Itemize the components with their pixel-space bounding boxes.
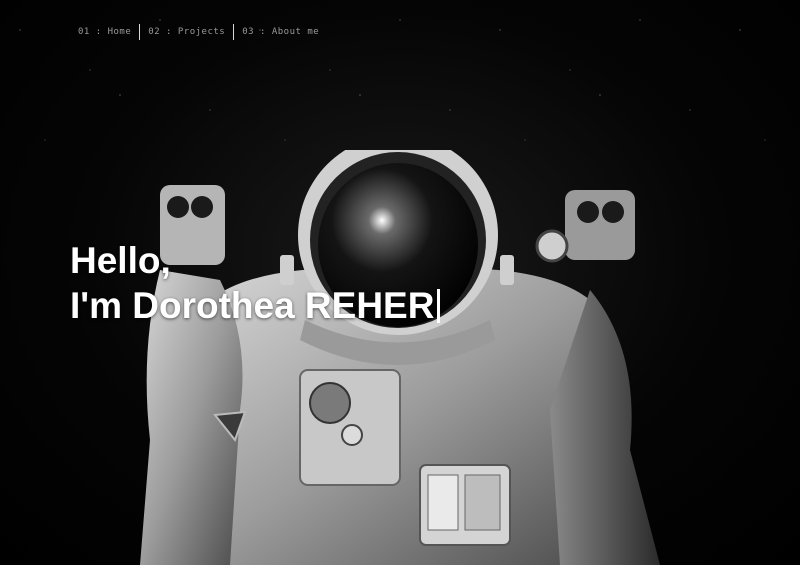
nav-divider	[139, 24, 141, 40]
intro-line: I'm Dorothea REHER	[70, 283, 441, 328]
greeting-text: Hello,	[70, 240, 171, 281]
hero-section: 01 : Home 02 : Projects 03 : About me He…	[0, 0, 800, 565]
right-shoulder-pack	[565, 190, 635, 260]
typing-cursor	[437, 289, 441, 323]
nav-projects-link[interactable]: 02 : Projects	[148, 27, 225, 37]
emblem-patch	[309, 382, 351, 424]
main-nav: 01 : Home 02 : Projects 03 : About me	[78, 24, 319, 40]
nav-about-link[interactable]: 03 : About me	[242, 27, 319, 37]
intro-text: I'm Dorothea REHER	[70, 285, 435, 326]
hero-headline: Hello, I'm Dorothea REHER	[70, 238, 441, 328]
astronaut-image	[140, 150, 660, 565]
nav-home-link[interactable]: 01 : Home	[78, 27, 131, 37]
nav-divider	[233, 24, 235, 40]
